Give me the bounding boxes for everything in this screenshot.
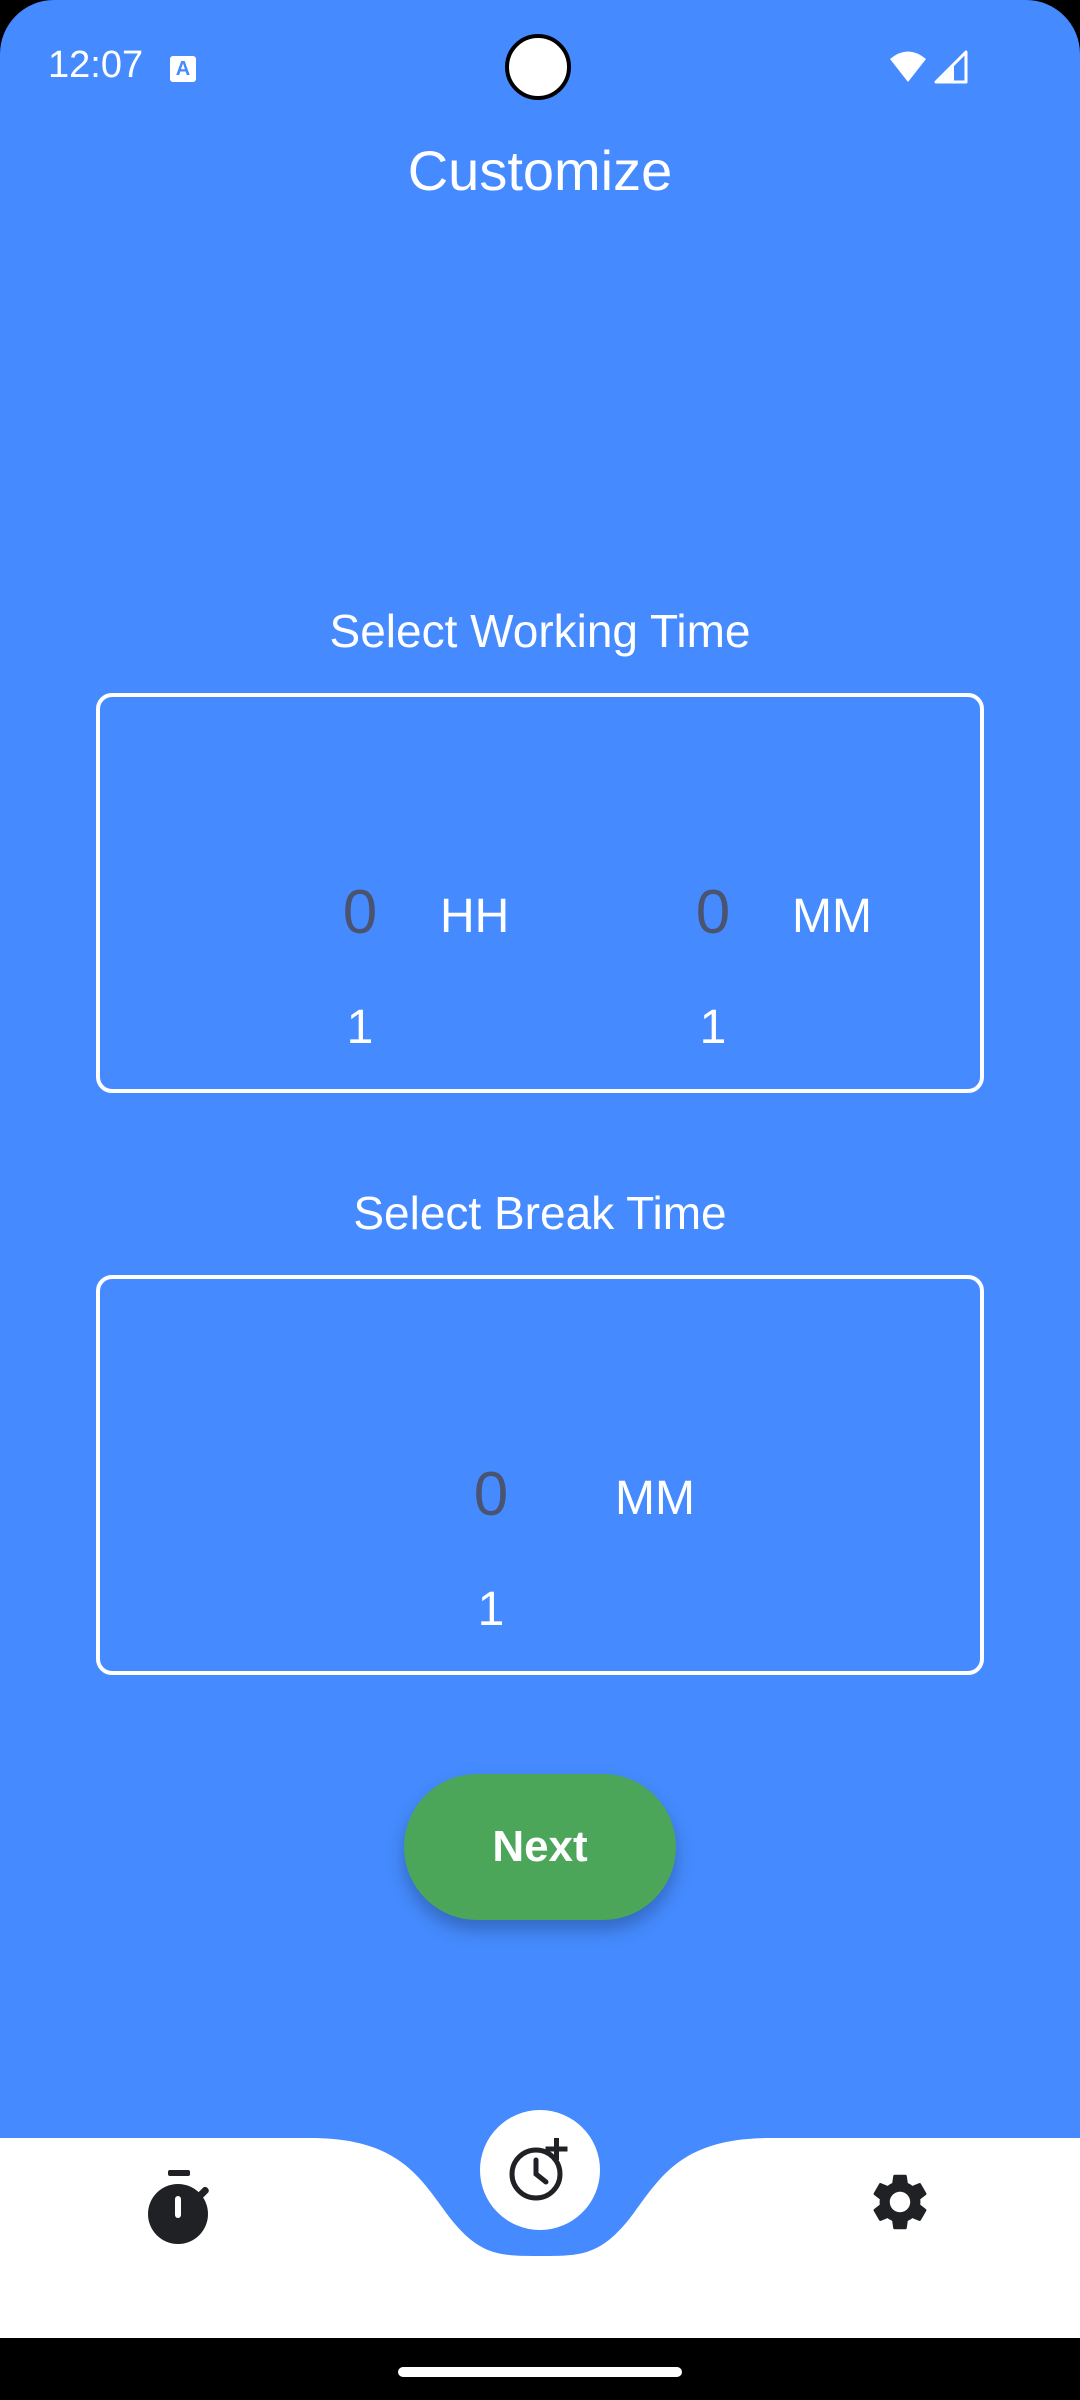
minutes-wheel-selected[interactable]: 0: [663, 877, 763, 948]
hours-wheel-selected[interactable]: 0: [310, 877, 410, 948]
page-title: Customize: [407, 139, 673, 202]
stopwatch-icon[interactable]: [146, 2170, 214, 2250]
break-minutes-wheel-selected[interactable]: 0: [441, 1459, 541, 1530]
hours-unit-label: HH: [440, 890, 510, 943]
minutes-unit-label: MM: [792, 890, 872, 943]
gear-icon[interactable]: [866, 2168, 934, 2236]
break-time-picker: 0 1 MM: [96, 1275, 984, 1675]
break-minutes-unit-label: MM: [615, 1472, 695, 1525]
minutes-wheel-next[interactable]: 1: [663, 1000, 763, 1055]
add-alarm-icon: [509, 2138, 568, 2201]
app-screen: 12:07 A Customize Select Working Time 0 …: [0, 0, 1080, 2400]
break-time-label: Select Break Time: [353, 1187, 727, 1239]
signal-icon: [934, 50, 968, 84]
break-minutes-wheel-next[interactable]: 1: [441, 1582, 541, 1637]
status-bar: 12:07 A: [0, 0, 1080, 140]
working-time-picker: 0 1 HH 0 1 MM: [96, 693, 984, 1093]
notification-a-icon: A: [170, 56, 196, 82]
add-timer-button[interactable]: [480, 2110, 600, 2230]
wifi-icon: [890, 51, 926, 82]
home-indicator[interactable]: [398, 2367, 682, 2377]
hours-wheel-next[interactable]: 1: [310, 1000, 410, 1055]
status-time: 12:07: [48, 44, 144, 86]
working-time-label: Select Working Time: [329, 605, 751, 657]
next-button[interactable]: Next: [404, 1774, 676, 1920]
camera-cutout: [505, 34, 571, 100]
